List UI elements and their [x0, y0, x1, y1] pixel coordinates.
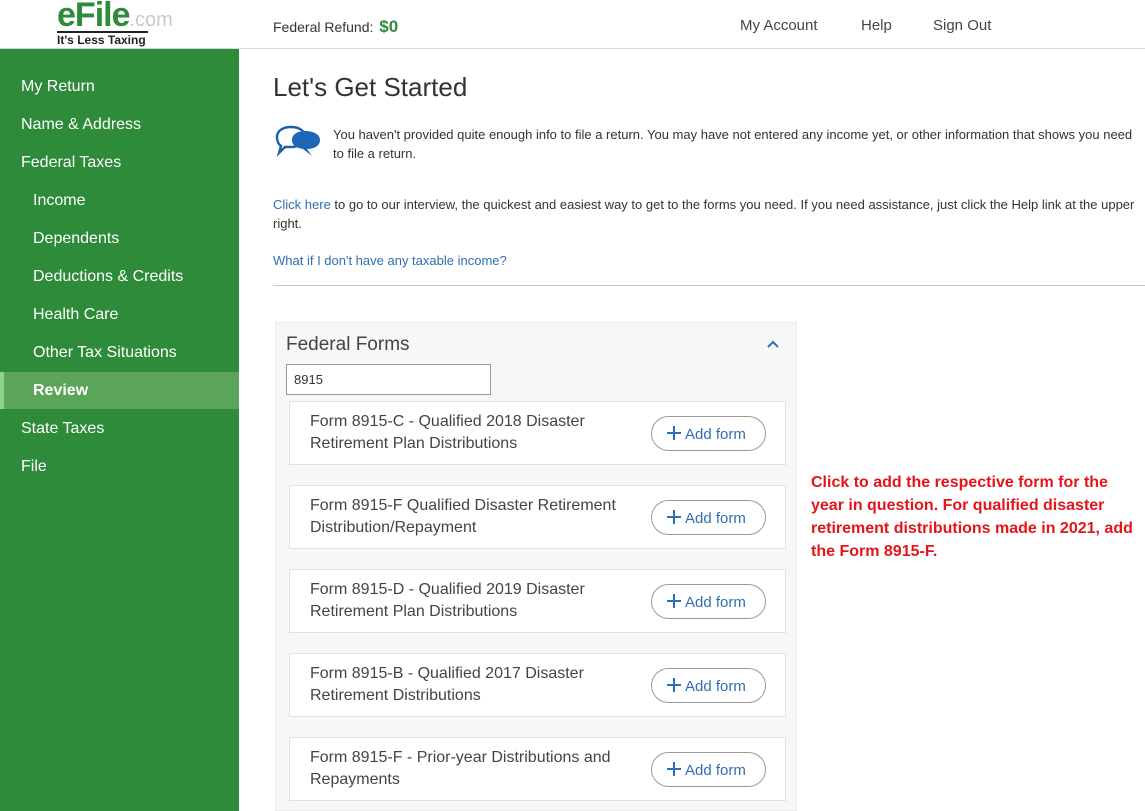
sidebar-item-my-return[interactable]: My Return [0, 69, 239, 105]
add-form-label: Add form [685, 678, 746, 695]
nav-my-account[interactable]: My Account [740, 17, 818, 34]
chat-bubbles-icon [275, 125, 320, 158]
add-form-button[interactable]: Add form [651, 668, 766, 703]
interview-paragraph-text: to go to our interview, the quickest and… [273, 197, 1135, 231]
annotation-callout: Click to add the respective form for the… [811, 474, 1133, 560]
chevron-up-icon[interactable] [765, 337, 781, 351]
plus-icon [667, 426, 681, 440]
federal-forms-title: Federal Forms [286, 334, 410, 355]
add-form-label: Add form [685, 426, 746, 443]
info-message: You haven't provided quite enough info t… [333, 127, 1133, 161]
add-form-button[interactable]: Add form [651, 416, 766, 451]
add-form-button[interactable]: Add form [651, 584, 766, 619]
refund-amount: $0 [379, 17, 399, 36]
sidebar-item-dependents[interactable]: Dependents [0, 221, 239, 257]
sidebar-item-other-tax-situations[interactable]: Other Tax Situations [0, 335, 239, 371]
sidebar-item-income[interactable]: Income [0, 183, 239, 219]
form-name: Form 8915-D - Qualified 2019 Disaster Re… [310, 581, 585, 620]
add-form-label: Add form [685, 510, 746, 527]
plus-icon [667, 594, 681, 608]
nav-help[interactable]: Help [861, 17, 892, 34]
page-title: Let's Get Started [273, 72, 468, 102]
add-form-label: Add form [685, 762, 746, 779]
sidebar-item-file[interactable]: File [0, 449, 239, 485]
form-row-8915f-prior-year: Form 8915-F - Prior-year Distributions a… [289, 737, 786, 801]
efile-logo[interactable]: eFile.com It's Less Taxing [57, 0, 187, 48]
interview-paragraph: Click here to go to our interview, the q… [273, 195, 1143, 233]
form-row-8915c: Form 8915-C - Qualified 2018 Disaster Re… [289, 401, 786, 465]
plus-icon [667, 678, 681, 692]
form-row-8915f: Form 8915-F Qualified Disaster Retiremen… [289, 485, 786, 549]
form-row-8915b: Form 8915-B - Qualified 2017 Disaster Re… [289, 653, 786, 717]
sidebar-item-federal-taxes[interactable]: Federal Taxes [0, 145, 239, 181]
add-form-button[interactable]: Add form [651, 752, 766, 787]
plus-icon [667, 510, 681, 524]
form-name: Form 8915-F Qualified Disaster Retiremen… [310, 497, 616, 536]
sidebar-item-health-care[interactable]: Health Care [0, 297, 239, 333]
federal-refund: Federal Refund: $0 [273, 17, 398, 37]
section-divider [273, 285, 1145, 286]
nav-sign-out[interactable]: Sign Out [933, 17, 991, 34]
form-name: Form 8915-B - Qualified 2017 Disaster Re… [310, 665, 584, 704]
logo-tagline: It's Less Taxing [57, 31, 148, 47]
top-header: eFile.com It's Less Taxing Federal Refun… [0, 0, 1145, 49]
form-search-input[interactable] [286, 364, 491, 395]
sidebar-item-review[interactable]: Review [0, 372, 239, 409]
logo-file: File [74, 0, 131, 34]
click-here-link[interactable]: Click here [273, 197, 331, 212]
form-name: Form 8915-F - Prior-year Distributions a… [310, 749, 611, 788]
no-taxable-income-link[interactable]: What if I don't have any taxable income? [273, 253, 507, 268]
logo-dotcom: .com [129, 9, 173, 31]
sidebar-item-deductions-credits[interactable]: Deductions & Credits [0, 259, 239, 295]
form-name: Form 8915-C - Qualified 2018 Disaster Re… [310, 413, 585, 452]
sidebar-item-state-taxes[interactable]: State Taxes [0, 411, 239, 447]
logo-e: e [57, 0, 76, 34]
refund-label: Federal Refund: [273, 19, 374, 35]
plus-icon [667, 762, 681, 776]
add-form-label: Add form [685, 594, 746, 611]
form-row-8915d: Form 8915-D - Qualified 2019 Disaster Re… [289, 569, 786, 633]
sidebar-item-name-address[interactable]: Name & Address [0, 107, 239, 143]
add-form-button[interactable]: Add form [651, 500, 766, 535]
sidebar: My Return Name & Address Federal Taxes I… [0, 49, 239, 811]
